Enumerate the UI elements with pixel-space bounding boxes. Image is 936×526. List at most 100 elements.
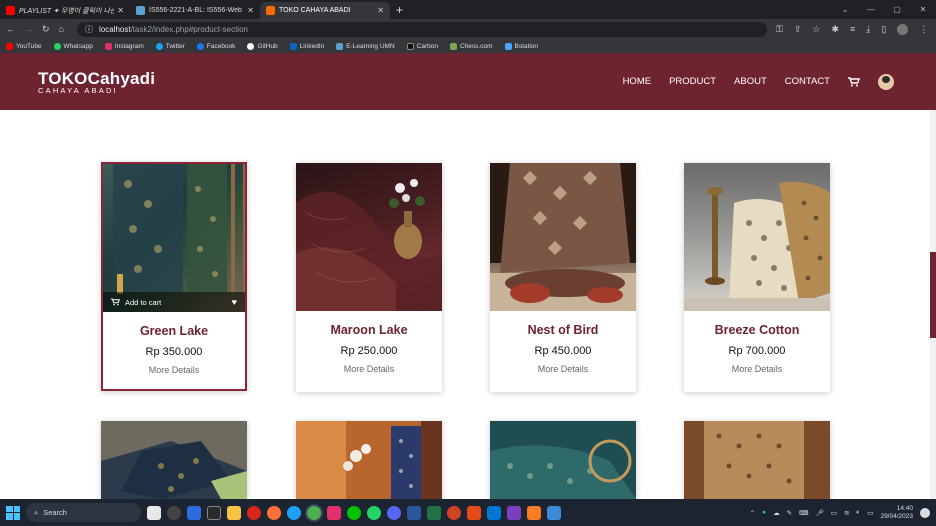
opera-icon[interactable] (247, 505, 261, 520)
green-dot-icon[interactable]: ● (762, 509, 766, 516)
notification-icon[interactable] (920, 507, 930, 518)
chevron-up-icon[interactable]: ⌃ (750, 509, 755, 517)
product-card-breeze-cotton[interactable]: Breeze Cotton Rp 700.000 More Details (684, 163, 830, 392)
display-icon[interactable]: ▭ (831, 509, 837, 517)
bookmark-youtube[interactable]: YouTube (6, 42, 42, 50)
more-details-link[interactable]: More Details (684, 364, 830, 374)
more-details-link[interactable]: More Details (490, 364, 636, 374)
new-tab-button[interactable]: + (390, 2, 409, 19)
share-icon[interactable]: ⇪ (794, 24, 802, 35)
product-card[interactable] (296, 421, 442, 499)
product-image[interactable] (296, 163, 442, 311)
discord-icon[interactable] (387, 505, 401, 520)
download-icon[interactable]: ⤓ (866, 24, 870, 35)
vscode-icon[interactable] (487, 505, 501, 520)
back-icon[interactable]: ← (6, 24, 15, 34)
bookmark-whatsapp[interactable]: Whatsapp (53, 42, 93, 50)
sidebar-icon[interactable]: ▯ (881, 24, 886, 35)
excel-icon[interactable] (427, 505, 441, 520)
browser-tab-elearning[interactable]: IS556-2221-A-BL: IS556-Web De ✕ (130, 2, 260, 19)
product-card-nest-of-bird[interactable]: Nest of Bird Rp 450.000 More Details (490, 163, 636, 392)
battery-icon[interactable]: ▭ (867, 509, 873, 517)
scrollbar-thumb[interactable] (930, 252, 936, 338)
product-card-maroon-lake[interactable]: Maroon Lake Rp 250.000 More Details (296, 163, 442, 392)
close-tab-icon[interactable]: ✕ (247, 6, 254, 15)
heart-icon[interactable]: ♥ (232, 297, 237, 307)
nav-contact[interactable]: CONTACT (785, 76, 830, 87)
reload-icon[interactable]: ↻ (42, 24, 50, 35)
taskbar-search[interactable]: ⌕ Search (26, 503, 141, 522)
site-logo[interactable]: TOKOCahyadi CAHAYA ABADI (38, 70, 155, 95)
store-icon[interactable] (207, 505, 221, 520)
close-tab-icon[interactable]: ✕ (117, 6, 124, 15)
file-explorer-icon[interactable] (227, 505, 241, 520)
close-tab-icon[interactable]: ✕ (377, 6, 384, 15)
profile-avatar-icon[interactable] (897, 23, 909, 35)
product-card[interactable] (490, 421, 636, 499)
cloud-icon[interactable]: ☁ (773, 509, 780, 517)
playlist-icon[interactable]: ≡ (850, 24, 855, 34)
instagram-icon[interactable] (327, 505, 341, 520)
xampp-icon[interactable] (527, 505, 541, 520)
user-avatar[interactable] (878, 73, 894, 90)
visual-studio-icon[interactable] (507, 505, 521, 520)
forward-icon[interactable]: → (24, 24, 33, 34)
browser-tab-toko[interactable]: TOKO CAHAYA ABADI ✕ (260, 2, 390, 19)
product-image[interactable]: Add to cart ♥ (103, 164, 245, 312)
nav-product[interactable]: PRODUCT (669, 76, 716, 87)
mic-icon[interactable]: 🎤︎ (816, 509, 824, 517)
nav-home[interactable]: HOME (623, 76, 652, 87)
security-icon[interactable] (187, 505, 201, 520)
bookmark-instagram[interactable]: Instagram (104, 42, 144, 50)
product-card[interactable] (684, 421, 830, 499)
firefox-icon[interactable] (267, 505, 281, 520)
task-view-icon[interactable] (147, 505, 161, 520)
word-icon[interactable] (407, 505, 421, 520)
powerpoint-icon[interactable] (447, 505, 461, 520)
bookmark-linkedin[interactable]: LinkedIn (289, 42, 324, 50)
product-image[interactable] (490, 163, 636, 311)
line-icon[interactable] (347, 505, 361, 520)
home-icon[interactable]: ⌂ (59, 24, 64, 34)
extensions-icon[interactable]: ✱ (831, 24, 839, 35)
bookmark-carbon[interactable]: Carbon (406, 42, 438, 50)
product-image[interactable] (684, 163, 830, 311)
nav-about[interactable]: ABOUT (734, 76, 767, 87)
product-image[interactable] (101, 421, 247, 499)
product-card[interactable] (101, 421, 247, 499)
bookmark-chess[interactable]: Chess.com (450, 42, 493, 50)
add-to-cart-overlay[interactable]: Add to cart ♥ (103, 292, 245, 312)
more-details-link[interactable]: More Details (296, 364, 442, 374)
more-details-link[interactable]: More Details (103, 365, 245, 375)
chrome-icon[interactable] (307, 505, 321, 520)
menu-icon[interactable]: ⋮ (919, 24, 928, 35)
snipping-tool-icon[interactable] (547, 505, 561, 520)
app-icon[interactable] (467, 505, 481, 520)
cart-icon[interactable] (848, 76, 860, 87)
clock[interactable]: 14:40 29/04/2023 (880, 505, 913, 521)
browser-tab-playlist[interactable]: PLAYLIST ✦ 무명이 클릭이 나슨 ✕ (0, 2, 130, 19)
product-image[interactable] (296, 421, 442, 499)
pen-icon[interactable]: ✎ (787, 509, 792, 517)
star-icon[interactable]: ☆ (812, 24, 820, 35)
bookmark-twitter[interactable]: Twitter (155, 42, 185, 50)
minimize-icon[interactable]: — (858, 5, 884, 14)
product-image[interactable] (684, 421, 830, 499)
bookmark-github[interactable]: GitHub (247, 42, 278, 50)
widgets-icon[interactable] (167, 505, 181, 520)
bookmark-facebook[interactable]: Facebook (196, 42, 235, 50)
wifi-icon[interactable]: ≋ (844, 509, 849, 517)
address-bar[interactable]: ⓘ localhost/task2/index.php#product-sect… (76, 21, 767, 37)
info-icon[interactable]: ⓘ (85, 24, 93, 35)
maximize-icon[interactable]: ▢ (884, 5, 910, 14)
edge-icon[interactable] (287, 505, 301, 520)
bookmark-elearning[interactable]: E-Learning UMN (336, 42, 395, 50)
chevron-down-icon[interactable]: ⌄ (832, 5, 858, 14)
key-icon[interactable]: ⚿ (776, 24, 783, 35)
bookmark-bstation[interactable]: Bstation (504, 42, 538, 50)
product-card-green-lake[interactable]: Add to cart ♥ Green Lake Rp 350.000 More… (101, 162, 247, 391)
keyboard-icon[interactable]: ⌨ (799, 509, 808, 517)
product-image[interactable] (490, 421, 636, 499)
whatsapp-icon[interactable] (367, 505, 381, 520)
windows-start-icon[interactable] (6, 505, 20, 520)
